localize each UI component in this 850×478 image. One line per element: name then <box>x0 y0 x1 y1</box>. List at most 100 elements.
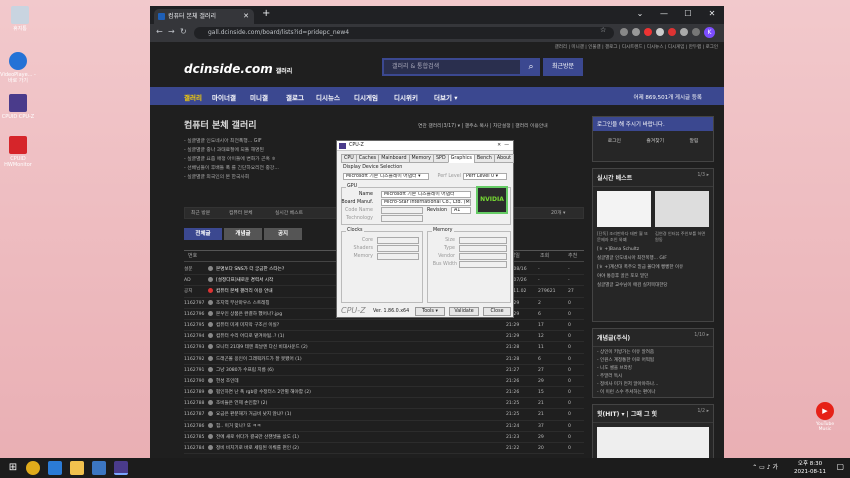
concept-item[interactable]: - 니도 셀을 브라킹 <box>597 365 709 373</box>
concept-item[interactable]: - 인원스 계정통한 이로 어떡됨 <box>597 357 709 365</box>
bookmark-star-icon[interactable]: ☆ <box>600 26 606 34</box>
table-row[interactable]: 1162789 펌인하면 난 폭 rgb랑 수정터스 2만별 해야함 (2) 21:… <box>184 387 584 399</box>
cpuz-titlebar[interactable]: CPU-Z ✕ — <box>337 141 513 151</box>
search-input[interactable]: 갤러리 & 통합검색 <box>382 58 522 76</box>
gallery-title[interactable]: 컴퓨터 본체 갤러리 <box>184 118 257 131</box>
back-button[interactable]: ← <box>156 27 163 36</box>
nav-gallog[interactable]: 갤로그 <box>286 92 304 102</box>
table-row[interactable]: 1162788 조비들은 언제 손인함? (2) 21:25 21 0 <box>184 398 584 410</box>
post-title[interactable]: 정비 비치기로 바로 세팅된 이뤄를 펀인 (2) <box>208 443 299 454</box>
browser-tab[interactable]: 컴퓨터 본체 갤러리 ✕ <box>154 9 254 24</box>
best-pager[interactable]: 1/3 ▸ <box>697 173 709 178</box>
best-caption[interactable]: 김연경 인터뷰 주인보를 하면 원동 <box>655 231 709 243</box>
best-thumbnail[interactable] <box>655 191 709 227</box>
table-row[interactable]: 1162785 전에 새로 쉬다가 결국만 산잰셋을 샀도 (1) 21:23 29 0 <box>184 432 584 443</box>
table-row[interactable]: 1162790 헌성 조인데 21:26 29 0 <box>184 376 584 388</box>
nav-wiki[interactable]: 디시위키 <box>394 92 418 102</box>
perf-level-select[interactable]: Perf Level 0 ▾ <box>463 173 507 180</box>
concept-item[interactable]: - 이 이런 스수 주셔하는 편이나 <box>597 389 709 397</box>
concept-item[interactable]: - 정비사 미가 먼저 알아야하나... <box>597 381 709 389</box>
extension-icon[interactable] <box>680 28 688 36</box>
cpuz-taskbar-icon[interactable] <box>114 461 128 475</box>
post-title[interactable]: 힘.. 이거 맞나? 또 ㅋㅋ <box>208 421 261 432</box>
table-row[interactable]: 1162786 힘.. 이거 맞나? 또 ㅋㅋ 21:24 37 0 <box>184 421 584 432</box>
desktop-icon-youtube-music[interactable]: ▶ YouTube Music <box>810 402 840 432</box>
extension-icon[interactable] <box>632 28 640 36</box>
post-title[interactable]: 본명보다 SNS가 더 궁금한 스타는? <box>208 264 284 275</box>
tab-close-icon[interactable]: ✕ <box>243 9 249 24</box>
tab-concept-posts[interactable]: 개념글 <box>224 228 262 240</box>
post-title[interactable]: 본우인 상품은 완결하 했어나?.jpg <box>208 309 282 320</box>
desktop-icon-cpuz[interactable]: CPUID CPU-Z <box>0 94 36 120</box>
concept-item[interactable]: - 상인이 키방가는 이유 알려줌 <box>597 349 709 357</box>
tray-icons[interactable]: ⌃ ▭ ♪ 가 <box>752 462 778 471</box>
profile-avatar[interactable]: K <box>704 27 715 38</box>
post-title[interactable]: 요금은 판분해가 거금비 낮지 않냐? (1) <box>208 409 291 420</box>
best-item[interactable]: 실글별글 교수님이 애검 실저목대한당 <box>597 281 709 290</box>
desktop-icon-recycle-bin[interactable]: 휴지통 <box>2 6 38 32</box>
tab-graphics[interactable]: Graphics <box>447 154 475 163</box>
close-button[interactable]: ✕ <box>700 6 724 24</box>
page-size-select[interactable]: 20개 ▾ <box>551 208 565 219</box>
post-title[interactable]: 드래곤볼 옹인이 그래픽카드가 잘 못됐어 (1) <box>208 354 302 365</box>
site-logo[interactable]: dcinside.com 갤러리 <box>184 62 292 76</box>
table-row[interactable]: 1162792 드래곤볼 옹인이 그래픽카드가 잘 못됐어 (1) 21:28 6 0 <box>184 354 584 365</box>
post-title[interactable]: 조지역 부산마우스 스트레칭 <box>208 298 270 309</box>
maximize-button[interactable]: ☐ <box>676 6 700 24</box>
tools-button[interactable]: Tools ▾ <box>415 307 445 316</box>
nav-game[interactable]: 디시게임 <box>354 92 378 102</box>
hit-pager[interactable]: 1/2 ▸ <box>697 409 709 414</box>
table-row[interactable]: 1162794 컴퓨터 수리 어디로 맡겨야됨..? (1) 21:29 12 0 <box>184 331 584 343</box>
cpuz-close-icon[interactable]: ✕ — <box>497 141 509 151</box>
extension-icon[interactable] <box>668 28 676 36</box>
post-title[interactable]: 조비들은 언제 손인함? (2) <box>208 398 267 409</box>
post-title[interactable]: 컴퓨터 본체 갤러리 이용 안내 <box>208 286 273 297</box>
app-icon[interactable] <box>92 461 106 475</box>
url-input[interactable]: gall.dcinside.com/board/lists?id=pridepc… <box>194 27 614 39</box>
notification-icon[interactable]: ▢ <box>836 462 844 471</box>
tab-cpu[interactable]: CPU <box>341 154 357 163</box>
table-row[interactable]: 1162784 정비 비치기로 바로 세팅된 이뤄를 펀인 (2) 21:22 20 0 <box>184 443 584 455</box>
recent-visit-button[interactable]: 최근방문 <box>543 58 583 76</box>
tab-mainboard[interactable]: Mainboard <box>378 154 410 163</box>
chrome-icon[interactable] <box>26 461 40 475</box>
nav-mini[interactable]: 미니갤 <box>250 92 268 102</box>
concept-item[interactable]: - 주말러 독시 <box>597 373 709 381</box>
search-icon[interactable]: ⌕ <box>522 58 540 76</box>
tab-notice[interactable]: 공지 <box>264 228 302 240</box>
visit-item[interactable]: 컴퓨터 본체 <box>229 208 253 219</box>
tab-all-posts[interactable]: 전체글 <box>184 228 222 240</box>
validate-button[interactable]: Validate <box>449 307 479 316</box>
nav-gallery[interactable]: 갤러리 <box>184 92 202 102</box>
gallery-menu[interactable]: 연관 갤러리(3/17) ▾ | 갤주소 복사 | 차단설정 | 갤러리 이용안… <box>418 122 548 129</box>
login-button[interactable]: 로그인 <box>608 137 621 144</box>
best-caption[interactable]: [단독] 조리판하다 태판 뭘 또 문제자 조인 와떄 <box>597 231 651 243</box>
desktop-icon-videoplayer[interactable]: VideoPlaye... - 바로 가기 <box>0 52 36 84</box>
best-item[interactable]: 실글별글 인도네시아 최전폭행... GIF <box>597 254 709 263</box>
nav-minor[interactable]: 마이너갤 <box>212 92 236 102</box>
file-explorer-icon[interactable] <box>70 461 84 475</box>
nav-news[interactable]: 디시뉴스 <box>316 92 340 102</box>
desktop-icon-hwmonitor[interactable]: CPUID HWMonitor <box>0 136 36 168</box>
post-title[interactable]: 전에 새로 쉬다가 결국만 산잰셋을 샀도 (1) <box>208 432 299 443</box>
post-title[interactable]: 그냥 3080가 수프립 지름 (6) <box>208 365 274 376</box>
new-tab-button[interactable]: + <box>262 8 270 19</box>
post-title[interactable]: 헌성 조인데 <box>208 376 239 387</box>
nav-more[interactable]: 더보기 ▾ <box>434 92 457 102</box>
extension-icon[interactable] <box>644 28 652 36</box>
clock[interactable]: 오후 8:30 2021-08-11 <box>794 460 826 476</box>
favorites-button[interactable]: 즐겨찾기 <box>646 137 664 144</box>
tab-bench[interactable]: Bench <box>473 154 495 163</box>
forward-button[interactable]: → <box>168 27 175 36</box>
display-select[interactable]: Microsoft 기본 디스플레이 어댑터 ▾ <box>343 173 429 180</box>
minimize-button[interactable]: — <box>652 6 676 24</box>
hit-title[interactable]: 힛(HIT) ▾ | 그때 그 힛 <box>593 405 713 423</box>
edge-icon[interactable] <box>48 461 62 475</box>
tab-search-icon[interactable]: ⌄ <box>628 6 652 24</box>
best-thumbnail[interactable] <box>597 191 651 227</box>
extension-icon[interactable] <box>656 28 664 36</box>
table-row[interactable]: 1162793 모니터 21대9 테엔 최날엔 다신 비대사운드 (2) 21:28… <box>184 342 584 354</box>
tab-about[interactable]: About <box>493 154 514 163</box>
post-title[interactable]: 펌인하면 난 폭 rgb랑 수정터스 2만별 해야함 (2) <box>208 387 311 398</box>
extension-icon[interactable] <box>620 28 628 36</box>
